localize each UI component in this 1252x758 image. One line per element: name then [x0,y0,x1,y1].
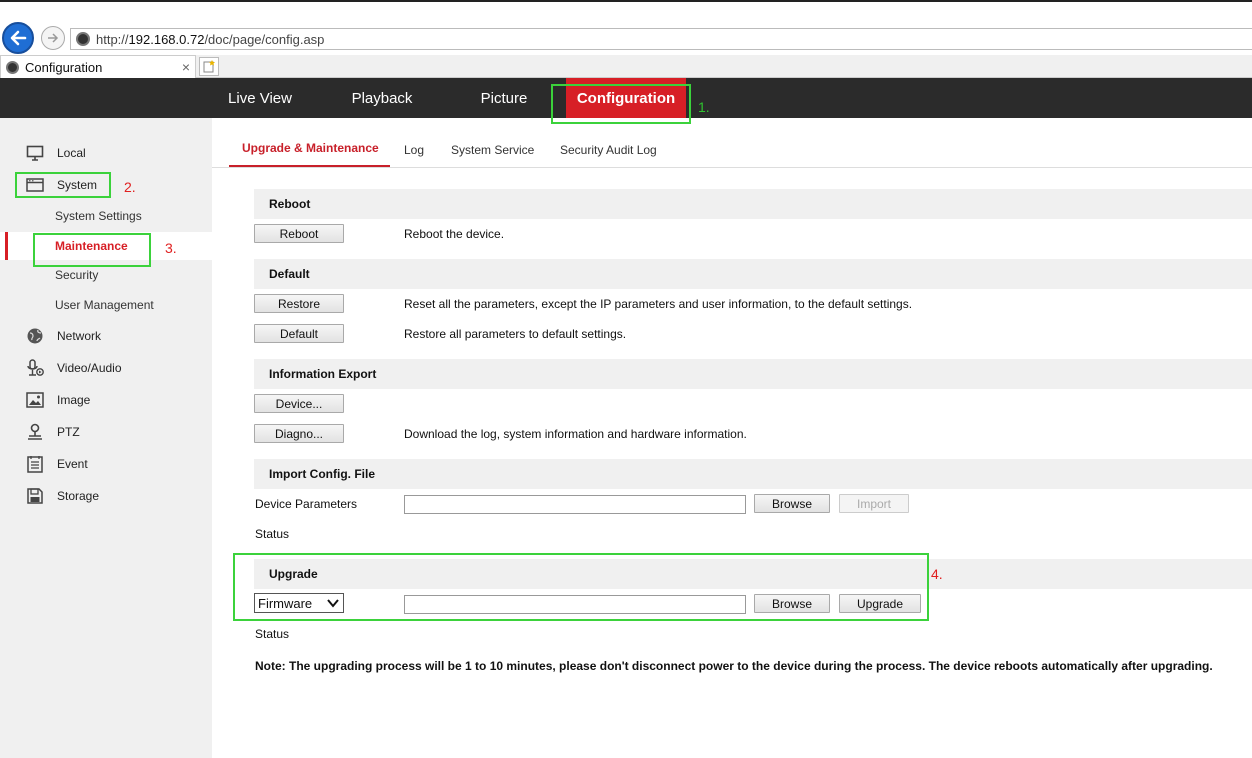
new-tab-button[interactable] [199,57,219,76]
sidebar-item-label: PTZ [57,425,80,439]
url-path: /doc/page/config.asp [204,31,325,47]
reboot-button[interactable]: Reboot [254,224,344,243]
sidebar-item-storage[interactable]: Storage [0,482,212,510]
upgrade-type-select[interactable]: Firmware [254,593,344,613]
default-description: Restore all parameters to default settin… [404,327,627,341]
sidebar-sub-system-settings[interactable]: System Settings [0,202,212,230]
url-prefix: http:// [96,31,129,47]
sidebar-sub-user-management[interactable]: User Management [0,291,212,319]
ptz-icon [26,423,44,441]
sidebar-item-label: Video/Audio [57,361,122,375]
forward-button[interactable] [41,26,65,50]
back-arrow-icon [10,30,27,46]
microphone-icon [26,359,44,377]
upgrade-status-label: Status [255,627,290,641]
sidebar-item-label: Image [57,393,91,407]
annotation-label-3: 3. [165,240,177,256]
url-host: 192.168.0.72 [128,31,205,47]
upgrade-note: Note: The upgrading process will be 1 to… [255,659,1213,673]
sidebar-sub-label: Security [55,268,99,282]
new-tab-icon [203,60,215,73]
sidebar-item-image[interactable]: Image [0,386,212,414]
import-status-label: Status [255,527,290,541]
window-top-border [0,0,1252,2]
sidebar-item-label: Network [57,329,102,343]
annotation-label-2: 2. [124,179,136,195]
sidebar-item-video-audio[interactable]: Video/Audio [0,354,212,382]
disk-icon [26,487,44,505]
top-navigation: Live View Playback Picture Configuration [0,78,1252,118]
picture-icon [26,391,44,409]
tab-security-audit-log[interactable]: Security Audit Log [560,143,657,157]
tab-upgrade-maintenance[interactable]: Upgrade & Maintenance [242,141,379,155]
address-bar-row: http://192.168.0.72/doc/page/config.asp [0,20,1252,54]
device-export-button[interactable]: Device... [254,394,344,413]
sidebar-item-event[interactable]: Event [0,450,212,478]
diagnose-description: Download the log, system information and… [404,427,747,441]
sidebar-item-ptz[interactable]: PTZ [0,418,212,446]
list-icon [26,455,44,473]
active-indicator [5,232,8,260]
nav-live-view[interactable]: Live View [212,78,308,118]
active-tab-underline [229,165,390,167]
chevron-down-icon [326,596,340,613]
sidebar-sub-label: Maintenance [55,239,128,253]
sidebar-sub-label: User Management [55,298,154,312]
monitor-icon [26,144,44,162]
upgrade-type-value: Firmware [258,595,313,611]
reboot-description: Reboot the device. [404,227,505,241]
restore-button[interactable]: Restore [254,294,344,313]
sidebar: Local System System Settings Maintenance… [0,118,212,758]
tab-system-service[interactable]: System Service [451,143,534,157]
forward-arrow-icon [48,33,59,43]
browser-tab-strip: Configuration × [0,55,1252,78]
sidebar-item-network[interactable]: Network [0,322,212,350]
upgrade-browse-button[interactable]: Browse [754,594,830,613]
tab-favicon-icon [6,60,19,74]
sidebar-item-label: Storage [57,489,100,503]
sidebar-item-label: Event [57,457,88,471]
back-button[interactable] [2,22,34,54]
window-icon [26,176,44,194]
sidebar-item-label: System [57,178,98,192]
restore-description: Reset all the parameters, except the IP … [404,297,913,311]
site-icon [76,32,90,46]
nav-picture[interactable]: Picture [456,78,552,118]
url-text: http://192.168.0.72/doc/page/config.asp [96,32,324,47]
annotation-label-4: 4. [931,566,943,582]
upgrade-button[interactable]: Upgrade [839,594,921,613]
section-header-default: Default [254,259,1252,289]
sidebar-sub-label: System Settings [55,209,142,223]
content-tabs: Upgrade & Maintenance Log System Service… [212,118,1252,168]
browser-tab[interactable]: Configuration × [0,55,196,78]
sidebar-sub-maintenance[interactable]: Maintenance [0,232,212,260]
import-button[interactable]: Import [839,494,909,513]
tab-close-icon[interactable]: × [182,59,190,75]
sidebar-item-system[interactable]: System [0,171,212,199]
import-browse-button[interactable]: Browse [754,494,830,513]
import-file-path-input[interactable] [404,495,746,514]
section-header-information-export: Information Export [254,359,1252,389]
sidebar-item-local[interactable]: Local [0,139,212,167]
upgrade-file-path-input[interactable] [404,595,746,614]
sidebar-sub-security[interactable]: Security [0,261,212,289]
default-button[interactable]: Default [254,324,344,343]
tab-title: Configuration [25,59,103,75]
annotation-label-1: 1. [698,99,710,115]
section-header-reboot: Reboot [254,189,1252,219]
section-header-import-config: Import Config. File [254,459,1252,489]
globe-icon [26,327,44,345]
sidebar-item-label: Local [57,146,86,160]
section-header-upgrade: Upgrade [254,559,1252,589]
tab-log[interactable]: Log [404,143,424,157]
nav-playback[interactable]: Playback [334,78,430,118]
url-input[interactable]: http://192.168.0.72/doc/page/config.asp [70,28,1252,50]
diagnose-export-button[interactable]: Diagno... [254,424,344,443]
device-parameters-label: Device Parameters [255,497,358,511]
nav-configuration[interactable]: Configuration [566,78,686,118]
